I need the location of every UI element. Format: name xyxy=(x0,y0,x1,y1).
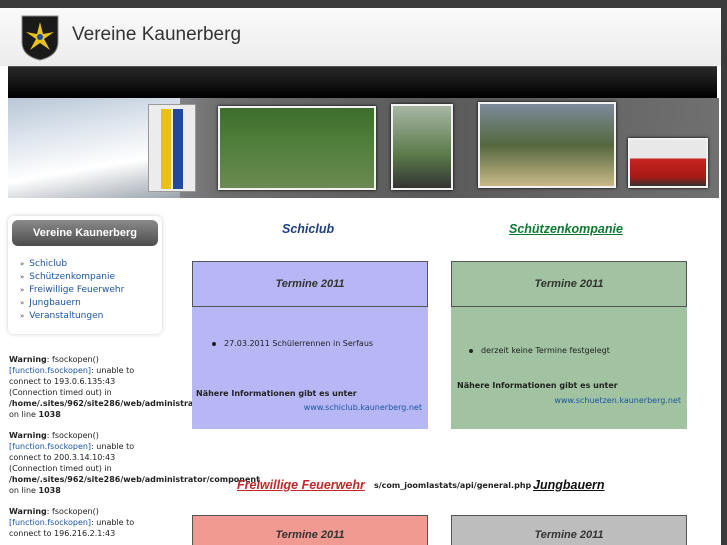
sidebar-menu: Vereine Kaunerberg » Schiclub » Schützenko… xyxy=(8,216,162,334)
jungbauern-card: Termine 2011 xyxy=(451,515,687,545)
card-body: 27.03.2011 Schülerrennen in Serfaus Nähe… xyxy=(192,307,428,429)
bullet-icon xyxy=(469,348,473,353)
flag-image xyxy=(148,104,196,192)
card-title: Termine 2011 xyxy=(451,515,687,545)
event-item: derzeit keine Termine festgelegt xyxy=(469,346,610,355)
info-text: Nähere Informationen gibt es unter xyxy=(457,381,618,390)
menu-item-schiclub[interactable]: » Schiclub xyxy=(20,258,124,271)
menu-item-schuetzenkompanie[interactable]: » Schützenkompanie xyxy=(20,271,124,284)
schiclub-card: Termine 2011 27.03.2011 Schülerrennen in… xyxy=(192,261,428,429)
page-frame: Vereine Kaunerberg Vereine Kaunerberg » S… xyxy=(0,8,721,545)
warning-message: Warning: fsockopen() [function.fsockopen… xyxy=(9,507,135,538)
menu-item-jungbauern[interactable]: » Jungbauern xyxy=(20,297,124,310)
ceremony-photo xyxy=(391,104,453,190)
menu-list: » Schiclub » Schützenkompanie » Freiwillige… xyxy=(20,258,124,323)
schuetzen-link[interactable]: www.schuetzen.kaunerberg.net xyxy=(554,396,681,405)
schiclub-link[interactable]: www.schiclub.kaunerberg.net xyxy=(304,403,422,412)
site-title[interactable]: Vereine Kaunerberg xyxy=(72,24,241,46)
menu-item-veranstaltungen[interactable]: » Veranstaltungen xyxy=(20,310,124,323)
card-title: Termine 2011 xyxy=(192,515,428,545)
overlapping-warning-path: /home/.sites/962/site286/web/administrat… xyxy=(373,481,532,490)
schuetzen-card: Termine 2011 derzeit keine Termine festg… xyxy=(451,261,687,429)
heading-schiclub[interactable]: Schiclub xyxy=(282,222,334,236)
site-header: Vereine Kaunerberg xyxy=(0,8,721,66)
heading-schuetzenkompanie[interactable]: Schützenkompanie xyxy=(509,222,623,236)
card-body: derzeit keine Termine festgelegt Nähere … xyxy=(451,307,687,429)
feuerwehr-card: Termine 2011 xyxy=(192,515,428,545)
coat-of-arms-icon xyxy=(21,15,59,61)
php-warnings: Warning: fsockopen() [function.fsockopen… xyxy=(9,354,260,545)
card-title: Termine 2011 xyxy=(192,261,428,307)
sidebar-spacer xyxy=(0,198,168,216)
menu-item-feuerwehr[interactable]: » Freiwillige Feuerwehr xyxy=(20,284,124,297)
marching-band-photo xyxy=(478,102,616,188)
parade-photo xyxy=(218,106,376,190)
top-navigation-bar xyxy=(8,66,717,98)
menu-title: Vereine Kaunerberg xyxy=(12,220,158,246)
function-link[interactable]: [function.fsockopen] xyxy=(9,518,91,527)
warning-message: Warning: fsockopen() [function.fsockopen… xyxy=(9,431,260,495)
info-text: Nähere Informationen gibt es unter xyxy=(196,389,357,398)
bullet-icon xyxy=(212,341,216,346)
card-title: Termine 2011 xyxy=(451,261,687,307)
fire-truck-photo xyxy=(628,138,708,188)
event-item: 27.03.2011 Schülerrennen in Serfaus xyxy=(212,339,373,348)
function-link[interactable]: [function.fsockopen] xyxy=(9,366,91,375)
header-banner xyxy=(8,98,719,198)
function-link[interactable]: [function.fsockopen] xyxy=(9,442,91,451)
warning-message: Warning: fsockopen() [function.fsockopen… xyxy=(9,355,215,419)
